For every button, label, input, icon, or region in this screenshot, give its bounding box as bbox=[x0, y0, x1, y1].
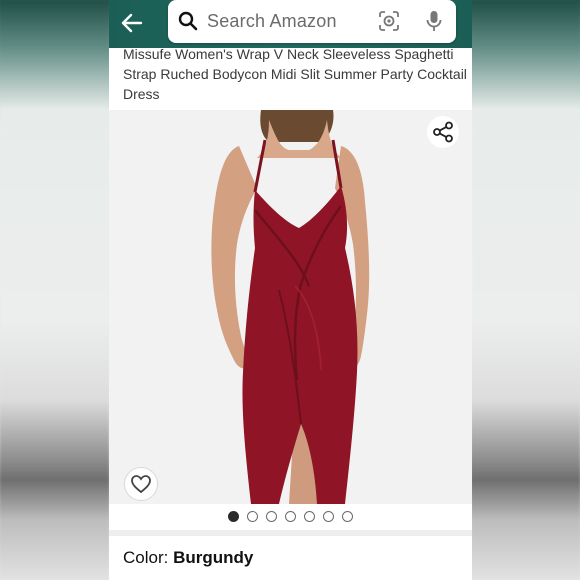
app-screen: Search Amazon Missufe Women's Wrap V Nec… bbox=[109, 0, 472, 580]
carousel-dot[interactable] bbox=[285, 510, 296, 522]
back-button[interactable] bbox=[117, 8, 147, 38]
carousel-dot[interactable] bbox=[247, 510, 258, 522]
carousel-dot[interactable] bbox=[266, 510, 277, 522]
color-selection: Color: Burgundy bbox=[123, 548, 253, 568]
color-value: Burgundy bbox=[173, 548, 254, 567]
product-title[interactable]: Missufe Women's Wrap V Neck Sleeveless S… bbox=[123, 44, 468, 104]
carousel-dot[interactable] bbox=[342, 510, 353, 522]
search-input[interactable]: Search Amazon bbox=[207, 11, 337, 32]
search-icon bbox=[178, 11, 198, 31]
carousel-dot[interactable] bbox=[228, 510, 239, 522]
background-left bbox=[0, 0, 109, 580]
dress-photo bbox=[211, 110, 370, 504]
carousel-dot[interactable] bbox=[304, 510, 315, 522]
carousel-dot[interactable] bbox=[323, 510, 334, 522]
product-title-block: Missufe Women's Wrap V Neck Sleeveless S… bbox=[109, 46, 472, 110]
arrow-left-icon bbox=[121, 13, 143, 33]
background-right bbox=[471, 0, 580, 580]
color-label: Color: bbox=[123, 548, 174, 567]
share-button[interactable] bbox=[427, 116, 459, 148]
share-icon bbox=[433, 121, 453, 143]
search-bar[interactable]: Search Amazon bbox=[168, 0, 456, 43]
section-divider bbox=[109, 530, 472, 536]
carousel-indicator bbox=[109, 507, 472, 525]
product-image[interactable] bbox=[109, 110, 472, 504]
camera-lens-icon[interactable] bbox=[378, 10, 400, 32]
heart-icon bbox=[131, 475, 151, 494]
wishlist-button[interactable] bbox=[124, 467, 158, 501]
top-bar: Search Amazon bbox=[109, 0, 472, 48]
microphone-icon[interactable] bbox=[426, 10, 442, 32]
